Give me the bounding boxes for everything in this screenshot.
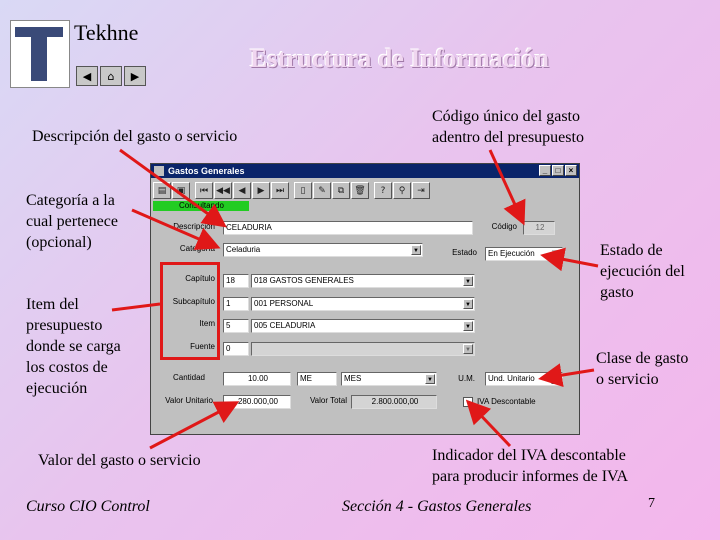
arrow-clase [538,363,595,388]
arrow-categoria [131,208,221,250]
arrow-item [111,302,161,312]
callout-arrows [111,148,599,450]
page-number: 7 [648,496,655,511]
arrow-valor [149,401,240,450]
arrow-iva [465,399,512,448]
footer-section: Sección 4 - Gastos Generales [342,498,532,515]
arrow-codigo [488,149,526,226]
footer-course: Curso CIO Control [26,498,150,515]
arrow-estado [540,247,599,272]
